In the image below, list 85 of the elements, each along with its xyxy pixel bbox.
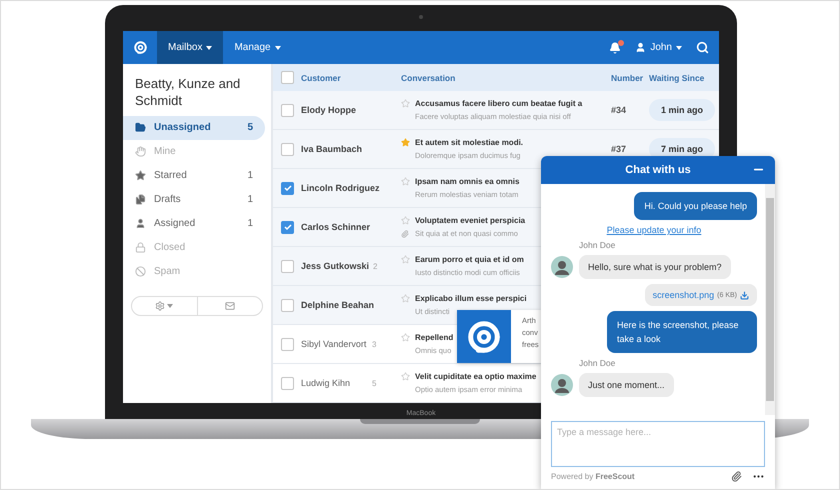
- star-icon[interactable]: [401, 294, 410, 303]
- star-icon[interactable]: [401, 99, 410, 108]
- customer-name: Elody Hoppe: [301, 105, 358, 115]
- user-icon: [635, 42, 646, 53]
- camera-dot: [419, 15, 423, 19]
- nav-menu[interactable]: Manage: [223, 31, 292, 64]
- conversation-subject: Repellend: [415, 333, 454, 342]
- envelope-icon: [224, 300, 235, 311]
- row-checkbox[interactable]: [281, 260, 294, 272]
- paperclip-icon[interactable]: [731, 471, 742, 482]
- thread-count: 5: [372, 378, 376, 388]
- outgoing-message: Hi. Could you please help: [634, 192, 757, 220]
- star-icon[interactable]: [401, 216, 410, 225]
- powered-by-text: Powered by FreeScout: [551, 472, 635, 481]
- star-icon[interactable]: [401, 333, 410, 342]
- conversation-subject: Earum porro et quia et id om: [415, 255, 524, 264]
- conversation-subject: Accusamus facere libero cum beatae fugit a: [415, 99, 582, 108]
- scrollbar[interactable]: [765, 184, 775, 415]
- customer-name: Lincoln Rodriguez: [301, 183, 380, 193]
- row-checkbox[interactable]: [281, 338, 294, 350]
- user-menu[interactable]: John: [635, 42, 682, 53]
- customer-name: Iva Baumbach: [301, 144, 364, 154]
- conversation-subject: Voluptatem eveniet perspicia: [415, 216, 526, 225]
- sidebar-item-icon: [135, 146, 146, 158]
- caret-icon: [206, 46, 212, 50]
- search-icon[interactable]: [696, 41, 709, 54]
- star-icon[interactable]: [401, 138, 410, 147]
- column-header[interactable]: Customer: [301, 72, 341, 82]
- select-all-checkbox[interactable]: [281, 71, 294, 84]
- bell-icon[interactable]: [609, 42, 622, 54]
- avatar-icon: [551, 374, 573, 396]
- column-header[interactable]: Conversation: [401, 72, 456, 82]
- logo-icon: [132, 40, 148, 55]
- row-checkbox[interactable]: [281, 298, 294, 312]
- customer-name: Jess Gutkowski: [301, 261, 370, 271]
- outgoing-message: Here is the screenshot, please take a look: [607, 311, 757, 353]
- checkmark-icon: [284, 223, 292, 231]
- avatar-icon: [551, 256, 573, 278]
- checkmark-icon: [284, 184, 292, 192]
- conversation-subject: Velit cupiditate ea optio maxime: [415, 372, 536, 381]
- sidebar-item[interactable]: Starred 1: [123, 164, 265, 188]
- sidebar-item-icon: [135, 266, 146, 278]
- update-info-link[interactable]: Please update your info: [606, 225, 702, 235]
- conversation-subject: Et autem sit molestiae modi.: [415, 138, 524, 147]
- conversation-subject: Ipsam nam omnis ea omnis: [415, 177, 520, 186]
- star-icon[interactable]: [401, 372, 410, 381]
- column-header[interactable]: Number: [611, 72, 644, 82]
- sidebar-item-icon: [135, 218, 146, 230]
- sidebar-item-icon: [135, 122, 146, 134]
- row-checkbox[interactable]: [281, 142, 294, 156]
- sidebar-item[interactable]: Assigned 1: [123, 212, 265, 236]
- message-input[interactable]: Type a message here...: [551, 421, 765, 467]
- star-icon[interactable]: [401, 255, 410, 264]
- caret-icon: [167, 304, 174, 308]
- waiting-time: 1 min ago: [649, 99, 715, 121]
- sidebar-item[interactable]: Drafts 1: [123, 188, 265, 212]
- conversation-subject: Explicabo illum esse perspici: [415, 294, 527, 303]
- row-checkbox[interactable]: [281, 376, 294, 390]
- row-checkbox[interactable]: [281, 182, 294, 194]
- download-icon[interactable]: [740, 290, 749, 300]
- conversation-number: #37: [611, 144, 626, 154]
- sidebar-item-icon: [135, 242, 146, 254]
- row-checkbox[interactable]: [281, 220, 294, 234]
- thread-count: 2: [373, 262, 378, 270]
- thread-count: 3: [372, 340, 376, 348]
- gear-icon: [155, 300, 166, 311]
- sender-name: John Doe: [579, 240, 616, 250]
- customer-name: Sibyl Vandervort: [301, 339, 368, 349]
- file-link[interactable]: screenshot.png: [652, 290, 714, 300]
- caret-icon: [676, 46, 682, 50]
- star-icon[interactable]: [401, 177, 410, 186]
- incoming-message: Hello, sure what is your problem?: [579, 255, 731, 279]
- nav-menu[interactable]: Mailbox: [157, 31, 224, 64]
- column-header[interactable]: Waiting Since: [649, 72, 704, 82]
- customer-name: Carlos Schinner: [301, 222, 370, 232]
- caret-icon: [274, 46, 281, 50]
- sidebar-item-icon: [135, 170, 146, 182]
- sidebar-item-icon: [135, 194, 146, 206]
- incoming-message: Just one moment...: [579, 373, 674, 397]
- row-checkbox[interactable]: [281, 104, 294, 116]
- conversation-number: #34: [611, 105, 626, 115]
- mailbox-title: Beatty, Kunze and Schmidt: [134, 76, 242, 110]
- customer-name: Ludwig Kihn: [301, 378, 352, 388]
- sidebar-item[interactable]: Unassigned 5: [123, 116, 265, 140]
- customer-name: Delphine Beahan: [301, 300, 374, 310]
